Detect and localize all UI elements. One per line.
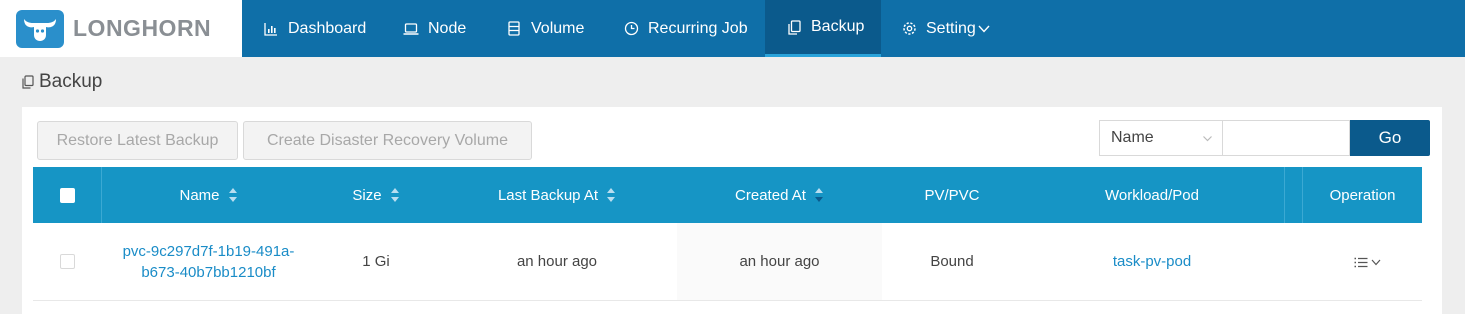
- sort-descending-icon: [814, 187, 824, 203]
- bar-chart-icon: [262, 20, 280, 38]
- table-header: Name Size Last Backup At Created At PV/P…: [33, 167, 1422, 223]
- go-button[interactable]: Go: [1350, 120, 1430, 156]
- nav-volume[interactable]: Volume: [505, 0, 584, 57]
- clock-icon: [622, 20, 640, 38]
- nav-backup[interactable]: Backup: [765, 0, 881, 57]
- gear-icon: [900, 20, 918, 38]
- list-icon: [1354, 257, 1368, 268]
- column-header-operation: Operation: [1329, 186, 1396, 204]
- sort-icon: [228, 187, 238, 203]
- nav-dashboard-label: Dashboard: [288, 19, 367, 37]
- column-header-last-backup-at[interactable]: Last Backup At: [437, 167, 677, 223]
- nav-recurring-job[interactable]: Recurring Job: [622, 0, 748, 57]
- nav-setting[interactable]: Setting: [900, 0, 990, 57]
- nav-node-label: Node: [428, 19, 467, 37]
- chevron-down-icon: [1371, 259, 1381, 266]
- copy-icon: [785, 18, 803, 36]
- workload-pod-link[interactable]: task-pv-pod: [1113, 251, 1191, 272]
- search-input[interactable]: [1222, 120, 1350, 156]
- search-field-select[interactable]: Name: [1099, 120, 1223, 156]
- nav-volume-label: Volume: [531, 19, 585, 37]
- restore-latest-backup-button[interactable]: Restore Latest Backup: [37, 121, 238, 160]
- database-icon: [505, 20, 523, 38]
- column-header-name[interactable]: Name: [102, 167, 315, 223]
- nav-recurring-job-label: Recurring Job: [648, 19, 748, 37]
- page-title-text: Backup: [39, 71, 103, 92]
- sort-icon: [390, 187, 400, 203]
- cell-pv-pvc: Bound: [930, 253, 974, 270]
- cell-size: 1 Gi: [362, 253, 390, 270]
- sort-icon: [606, 187, 616, 203]
- nav-backup-label: Backup: [811, 18, 865, 35]
- nav-dashboard[interactable]: Dashboard: [262, 0, 366, 57]
- nav-node[interactable]: Node: [402, 0, 466, 57]
- page-title: Backup: [22, 71, 102, 93]
- nav-setting-label: Setting: [926, 19, 976, 37]
- copy-icon: [22, 75, 34, 89]
- table-row: pvc-9c297d7f-1b19-491a- b673-40b7bb1210b…: [33, 223, 1422, 301]
- backup-panel: Restore Latest Backup Create Disaster Re…: [22, 107, 1442, 314]
- column-header-created-at[interactable]: Created At: [677, 167, 882, 223]
- laptop-icon: [402, 20, 420, 38]
- longhorn-logo-icon: [16, 10, 64, 48]
- chevron-down-icon: [978, 25, 990, 33]
- logo-text: LONGHORN: [73, 15, 212, 41]
- create-dr-volume-button[interactable]: Create Disaster Recovery Volume: [243, 121, 532, 160]
- operation-menu-button[interactable]: [1345, 250, 1389, 274]
- cell-created-at: an hour ago: [739, 253, 820, 270]
- cell-workload-pod: task-pv-pod: [1022, 223, 1282, 300]
- column-divider: [1284, 167, 1285, 223]
- column-header-size[interactable]: Size: [315, 167, 437, 223]
- chevron-down-icon: [1202, 131, 1213, 149]
- select-all-checkbox[interactable]: [60, 188, 75, 203]
- column-header-workload-pod: Workload/Pod: [1105, 186, 1199, 204]
- search-field-value: Name: [1111, 129, 1154, 146]
- column-header-pv-pvc: PV/PVC: [924, 186, 980, 204]
- logo[interactable]: LONGHORN: [0, 0, 242, 57]
- cell-last-backup-at: an hour ago: [516, 253, 598, 270]
- top-navbar: LONGHORN Dashboard Node Volume Recurring…: [0, 0, 1465, 57]
- cell-name: pvc-9c297d7f-1b19-491a- b673-40b7bb1210b…: [102, 223, 315, 300]
- backup-volume-link[interactable]: pvc-9c297d7f-1b19-491a- b673-40b7bb1210b…: [123, 241, 295, 283]
- row-checkbox[interactable]: [60, 254, 75, 269]
